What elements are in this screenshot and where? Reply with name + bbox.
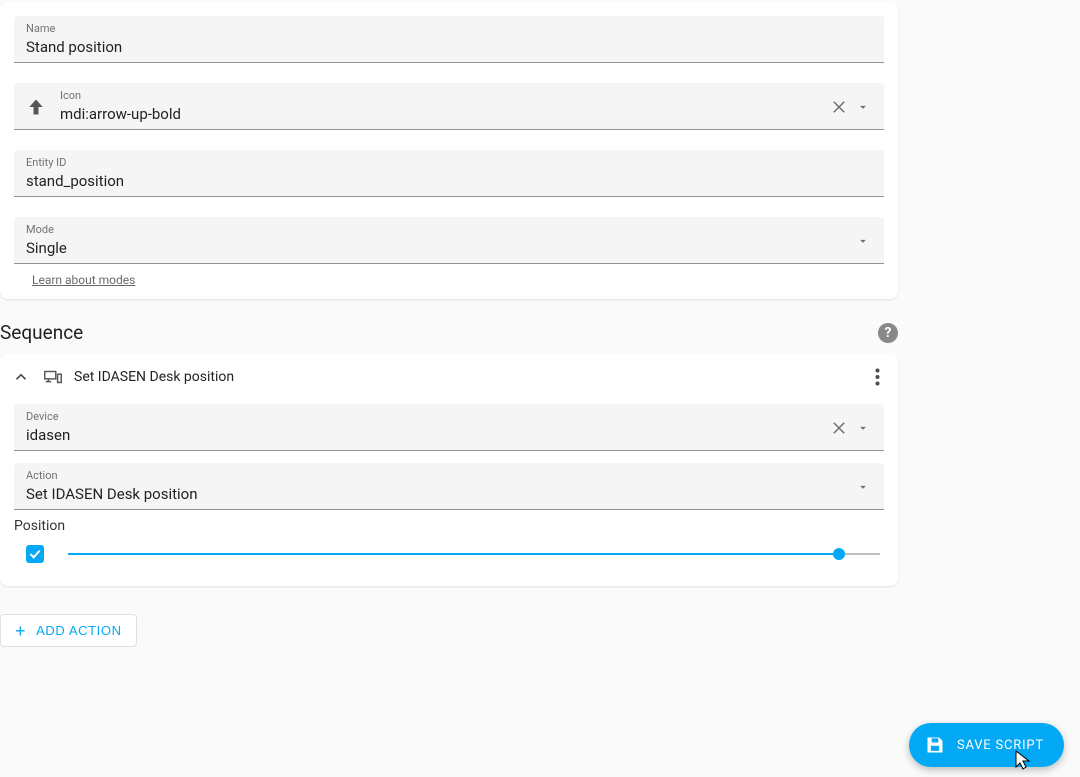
action-title: Set IDASEN Desk position <box>74 369 871 385</box>
device-value: idasen <box>26 424 828 446</box>
add-action-button[interactable]: + ADD ACTION <box>0 614 137 647</box>
action-dropdown-button[interactable] <box>854 478 872 496</box>
clear-icon-button[interactable] <box>828 96 850 118</box>
dots-vertical-icon <box>875 368 880 386</box>
slider-thumb[interactable] <box>833 548 845 560</box>
action-value: Set IDASEN Desk position <box>26 483 854 505</box>
save-icon <box>925 735 945 755</box>
action-menu-button[interactable] <box>871 368 884 386</box>
mode-label: Mode <box>26 223 854 237</box>
close-icon <box>830 419 848 437</box>
chevron-down-icon <box>856 100 870 114</box>
arrow-up-bold-icon <box>26 97 46 117</box>
action-select-field[interactable]: Action Set IDASEN Desk position <box>14 463 884 510</box>
icon-field[interactable]: Icon mdi:arrow-up-bold <box>14 83 884 130</box>
position-label: Position <box>14 514 884 544</box>
learn-about-modes-link[interactable]: Learn about modes <box>32 273 135 287</box>
mode-value: Single <box>26 237 854 259</box>
slider-active-track <box>68 553 839 555</box>
name-field[interactable]: Name Stand position <box>14 16 884 63</box>
device-icon <box>42 366 64 388</box>
icon-value: mdi:arrow-up-bold <box>60 103 828 125</box>
script-config-card: Name Stand position Icon mdi:arrow-up-bo… <box>0 2 898 299</box>
device-field[interactable]: Device idasen <box>14 404 884 451</box>
name-label: Name <box>26 22 872 36</box>
check-icon <box>27 546 43 562</box>
save-script-button[interactable]: SAVE SCRIPT <box>909 723 1064 767</box>
icon-label: Icon <box>60 89 828 103</box>
sequence-header: Sequence ? <box>0 321 898 344</box>
help-icon[interactable]: ? <box>878 323 898 343</box>
sequence-action-card: Set IDASEN Desk position Device idasen A… <box>0 354 898 586</box>
mode-field[interactable]: Mode Single <box>14 217 884 264</box>
chevron-down-icon <box>856 234 870 248</box>
position-enabled-checkbox[interactable] <box>26 545 44 563</box>
chevron-down-icon <box>856 421 870 435</box>
close-icon <box>830 98 848 116</box>
icon-dropdown-button[interactable] <box>854 98 872 116</box>
collapse-button[interactable] <box>12 364 36 390</box>
entity-id-label: Entity ID <box>26 156 872 170</box>
name-value: Stand position <box>26 36 872 58</box>
mode-dropdown-button[interactable] <box>854 232 872 250</box>
device-label: Device <box>26 410 828 424</box>
action-header: Set IDASEN Desk position <box>0 354 898 398</box>
save-script-label: SAVE SCRIPT <box>957 738 1044 753</box>
clear-device-button[interactable] <box>828 417 850 439</box>
chevron-down-icon <box>856 480 870 494</box>
sequence-heading: Sequence <box>0 321 83 344</box>
chevron-up-icon <box>12 368 30 386</box>
entity-id-value: stand_position <box>26 170 872 192</box>
plus-icon: + <box>15 624 26 638</box>
action-label: Action <box>26 469 854 483</box>
device-dropdown-button[interactable] <box>854 419 872 437</box>
entity-id-field[interactable]: Entity ID stand_position <box>14 150 884 197</box>
position-slider[interactable] <box>68 544 880 564</box>
add-action-label: ADD ACTION <box>36 623 121 638</box>
